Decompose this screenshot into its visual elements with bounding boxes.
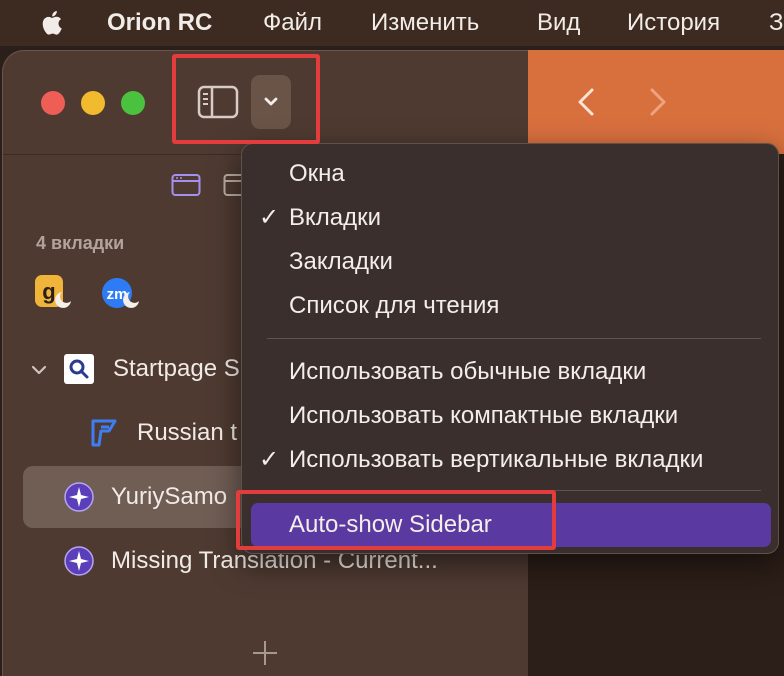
orion-favicon-icon <box>64 482 94 512</box>
menu-item-label: Auto-show Sidebar <box>289 511 492 538</box>
orion-favicon-icon <box>64 546 94 576</box>
browser-toolbar <box>528 50 784 154</box>
startpage-favicon-icon <box>64 354 94 384</box>
menu-separator <box>267 338 761 339</box>
svg-text:g: g <box>42 279 55 304</box>
chevron-down-icon[interactable] <box>29 360 49 380</box>
checkmark-icon: ✓ <box>259 446 280 473</box>
menu-item-windows[interactable]: Окна <box>251 152 771 196</box>
menu-view[interactable]: Вид <box>537 8 580 38</box>
new-tab-plus-icon[interactable] <box>249 637 281 669</box>
menu-item-label: Использовать обычные вкладки <box>289 358 647 385</box>
menu-item-label: Закладки <box>289 248 393 275</box>
menu-item-tabs[interactable]: ✓ Вкладки <box>251 196 771 240</box>
tab-title: YuriySamo <box>111 483 228 510</box>
menu-item-vertical-tabs[interactable]: ✓ Использовать вертикальные вкладки <box>251 438 771 482</box>
sidebar-options-dropdown-button[interactable] <box>251 75 291 129</box>
zoom-window-button[interactable] <box>121 91 145 115</box>
menu-separator <box>267 490 761 491</box>
tab-title: Startpage S <box>113 355 240 382</box>
tab-title: Russian t <box>137 419 238 446</box>
minimize-window-button[interactable] <box>81 91 105 115</box>
menu-next-truncated[interactable]: З <box>769 8 784 38</box>
menu-history[interactable]: История <box>627 8 720 38</box>
menu-item-label: Использовать компактные вкладки <box>289 402 679 429</box>
close-window-button[interactable] <box>41 91 65 115</box>
menu-item-auto-show-sidebar[interactable]: Auto-show Sidebar <box>251 503 771 547</box>
forward-arrow-icon[interactable] <box>638 82 678 122</box>
menu-item-label: Использовать вертикальные вкладки <box>289 446 704 473</box>
menu-file[interactable]: Файл <box>263 8 322 38</box>
sidebar-toggle-icon[interactable] <box>197 85 239 119</box>
prompt-favicon-icon <box>91 419 117 447</box>
tab-view-icon[interactable] <box>171 173 201 197</box>
menu-bar: Orion RC Файл Изменить Вид История З <box>0 0 784 46</box>
menu-app-name[interactable]: Orion RC <box>107 8 212 38</box>
pinned-tab-zm-icon[interactable]: zm <box>99 273 143 317</box>
menu-item-label: Вкладки <box>289 204 382 231</box>
menu-item-bookmarks[interactable]: Закладки <box>251 240 771 284</box>
apple-icon[interactable] <box>38 8 68 38</box>
sidebar-options-menu: Окна ✓ Вкладки Закладки Список для чтени… <box>241 143 779 554</box>
menu-item-label: Список для чтения <box>289 292 500 319</box>
pinned-tab-g-icon[interactable]: g <box>33 273 77 317</box>
tab-count-label: 4 вкладки <box>36 233 125 253</box>
menu-edit[interactable]: Изменить <box>371 8 479 38</box>
menu-item-compact-tabs[interactable]: Использовать компактные вкладки <box>251 394 771 438</box>
checkmark-icon: ✓ <box>259 204 280 231</box>
menu-item-reading-list[interactable]: Список для чтения <box>251 284 771 328</box>
chevron-down-icon <box>264 97 278 106</box>
back-arrow-icon[interactable] <box>568 82 608 122</box>
menu-item-normal-tabs[interactable]: Использовать обычные вкладки <box>251 350 771 394</box>
menu-item-label: Окна <box>289 160 345 187</box>
